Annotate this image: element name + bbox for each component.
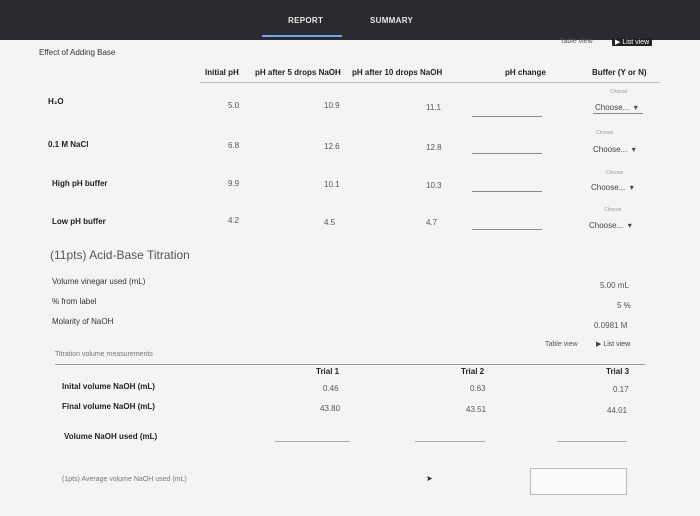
- cursor-icon: ➤: [426, 474, 433, 483]
- trial-2-used-input[interactable]: [415, 441, 485, 442]
- ph-5-drops-value: 10.1: [324, 180, 340, 189]
- field-value-vinegar[interactable]: 5.00 mL: [600, 281, 629, 290]
- field-value-molarity[interactable]: 0.0981 M: [594, 321, 627, 330]
- ph-change-input[interactable]: [472, 229, 542, 230]
- trial-1-used-input[interactable]: [275, 441, 350, 442]
- buffer-select-value: Choose...: [593, 145, 628, 154]
- trial-2-final[interactable]: 43.51: [466, 405, 486, 414]
- col-trial-2: Trial 2: [461, 367, 485, 376]
- buffer-select-value: Choose...: [589, 221, 624, 230]
- active-tab-indicator: [262, 35, 342, 37]
- ph-5-drops-value: 4.5: [324, 218, 336, 227]
- ph-10-drops-value: 11.1: [426, 103, 441, 112]
- ph-10-drops-value: 10.3: [426, 181, 442, 190]
- tab-summary[interactable]: SUMMARY: [370, 16, 413, 25]
- list-view-label: List view: [622, 39, 650, 46]
- section-title-titration: (11pts) Acid-Base Titration: [50, 248, 190, 262]
- col-trial-1: Trial 1: [316, 367, 340, 376]
- buffer-select-hint: Choose: [604, 207, 622, 213]
- list-view-toggle[interactable]: ▶ List view: [596, 340, 630, 348]
- header-divider: [200, 82, 660, 83]
- average-volume-input[interactable]: [530, 468, 627, 495]
- col-buffer: Buffer (Y or N): [592, 68, 647, 77]
- trial-3-final[interactable]: 44.01: [607, 406, 627, 415]
- list-view-toggle[interactable]: ▶ List view: [612, 38, 653, 46]
- trial-2-initial[interactable]: 0.63: [470, 384, 486, 393]
- table-view-toggle[interactable]: Table view: [560, 38, 593, 45]
- row-label-h2o: H₂O: [48, 97, 64, 106]
- table-view-toggle[interactable]: Table view: [545, 341, 578, 348]
- buffer-select[interactable]: Choose... ▾: [591, 177, 634, 195]
- initial-ph-value: 6.8: [228, 141, 240, 150]
- buffer-select[interactable]: Choose... ▾: [593, 139, 636, 157]
- buffer-select-value: Choose...: [595, 103, 630, 112]
- field-label-vinegar: Volume vinegar used (mL): [52, 277, 146, 286]
- buffer-select-underline: [593, 113, 643, 114]
- ph-5-drops-value: 12.6: [324, 142, 340, 151]
- trial-1-initial[interactable]: 0.46: [323, 384, 339, 393]
- section-title-base: Effect of Adding Base: [39, 48, 116, 57]
- tab-report[interactable]: REPORT: [288, 16, 323, 25]
- field-value-percent[interactable]: 5 %: [617, 301, 631, 310]
- col-ph-10-drops: pH after 10 drops NaOH: [352, 68, 443, 77]
- play-icon: ▶: [615, 39, 621, 46]
- row-label-final-volume: Final volume NaOH (mL): [62, 402, 155, 411]
- ph-10-drops-value: 4.7: [426, 218, 438, 227]
- average-volume-label: (1pts) Average volume NaOH used (mL): [62, 476, 187, 483]
- row-label-nacl: 0.1 M NaCl: [48, 140, 89, 149]
- caret-down-icon: ▾: [629, 183, 634, 192]
- buffer-select-hint: Choose: [610, 89, 628, 95]
- col-trial-3: Trial 3: [606, 367, 630, 376]
- measurements-title: Titration volume measurements: [55, 351, 153, 358]
- row-label-low-ph-buffer: Low pH buffer: [52, 217, 106, 226]
- row-label-high-ph-buffer: High pH buffer: [52, 179, 108, 188]
- initial-ph-value: 4.2: [228, 216, 240, 225]
- buffer-select[interactable]: Choose... ▾: [589, 215, 632, 233]
- initial-ph-value: 5.0: [228, 101, 240, 110]
- buffer-select-hint: Choose: [596, 130, 614, 136]
- list-view-label: List view: [603, 341, 631, 348]
- row-label-volume-used: Volume NaOH used (mL): [64, 432, 158, 441]
- caret-down-icon: ▾: [627, 221, 632, 230]
- col-ph-change: pH change: [505, 68, 546, 77]
- col-initial-ph: Initial pH: [205, 68, 239, 77]
- initial-ph-value: 9.9: [228, 179, 240, 188]
- buffer-select-value: Choose...: [591, 183, 626, 192]
- top-navigation-bar: [0, 0, 700, 40]
- trial-1-final[interactable]: 43.80: [320, 404, 340, 413]
- measurements-divider: [55, 364, 645, 365]
- field-label-molarity: Molarity of NaOH: [52, 317, 114, 326]
- ph-change-input[interactable]: [472, 116, 542, 117]
- row-label-initial-volume: Inital volume NaOH (mL): [62, 382, 155, 391]
- trial-3-used-input[interactable]: [557, 441, 627, 442]
- ph-10-drops-value: 12.8: [426, 143, 442, 152]
- caret-down-icon: ▾: [631, 145, 636, 154]
- trial-3-initial[interactable]: 0.17: [613, 385, 629, 394]
- ph-change-input[interactable]: [472, 153, 542, 154]
- field-label-percent: % from label: [52, 297, 97, 306]
- buffer-select-hint: Choose: [606, 170, 624, 176]
- ph-change-input[interactable]: [472, 191, 542, 192]
- caret-down-icon: ▾: [633, 103, 638, 112]
- play-icon: ▶: [596, 341, 602, 348]
- col-ph-5-drops: pH after 5 drops NaOH: [255, 68, 341, 77]
- ph-5-drops-value: 10.9: [324, 101, 340, 110]
